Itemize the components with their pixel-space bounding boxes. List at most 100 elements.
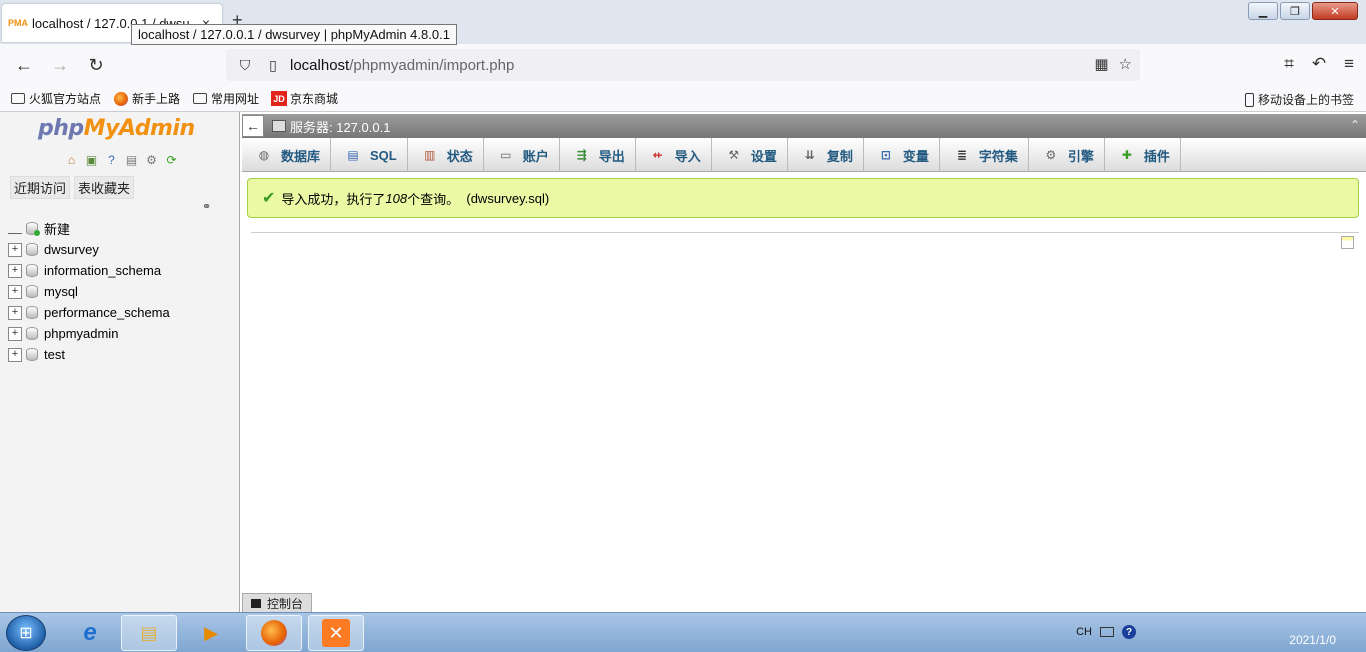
server-breadcrumb-bar: ← 服务器: 127.0.0.1 ⌃ — [242, 114, 1366, 138]
tab-sql[interactable]: ▤ SQL — [331, 138, 408, 172]
database-icon: ◍ — [258, 148, 270, 162]
bookmark-item[interactable]: 火狐官方站点 — [10, 90, 101, 107]
shield-icon[interactable]: ⛉ — [234, 57, 256, 74]
reload-navigation-icon[interactable]: ⟳ — [163, 152, 180, 168]
bookmark-item[interactable]: JD 京东商城 — [271, 90, 338, 107]
tab-databases[interactable]: ◍ 数据库 — [242, 138, 332, 172]
navigation-bar: ← → ↻ ⛉ ▯ localhost/phpmyadmin/import.ph… — [0, 44, 1366, 86]
keyboard-icon[interactable] — [1100, 627, 1114, 637]
bookmark-star-icon[interactable]: ☆ — [1119, 55, 1132, 73]
tab-export[interactable]: ⇶ 导出 — [560, 138, 636, 172]
tree-new-database[interactable]: 新建 — [8, 218, 170, 239]
replication-icon: ⇊ — [804, 148, 815, 162]
expand-icon[interactable]: + — [8, 242, 22, 257]
firefox-icon — [114, 91, 129, 106]
check-icon: ✔ — [262, 190, 276, 207]
database-icon — [26, 285, 38, 298]
help-circle-icon[interactable]: ? — [1122, 625, 1136, 639]
file-explorer-icon[interactable]: ▤ — [121, 615, 177, 651]
tab-accounts[interactable]: ▭ 账户 — [484, 138, 560, 172]
charset-icon: ≣ — [956, 148, 967, 162]
internet-explorer-icon[interactable]: e — [62, 615, 118, 651]
minimize-button[interactable]: ▁ — [1248, 2, 1278, 20]
tree-database-item[interactable]: + mysql — [8, 281, 170, 302]
import-filename: (dwsurvey.sql) — [466, 190, 550, 206]
tree-database-item[interactable]: + information_schema — [8, 260, 170, 281]
sql-icon: ▤ — [347, 148, 359, 162]
url-actions: ▦ ☆ — [1094, 55, 1132, 73]
top-menu: ◍ 数据库 ▤ SQL ▥ 状态 ▭ 账户 ⇶ 导出 ⇷ 导入 ⚒ 设置 ⇊ 复制 ⊡ 变量 ≣ 字… — [242, 138, 1366, 172]
page-info-icon[interactable]: ▯ — [262, 57, 284, 74]
back-arrow-icon[interactable]: ← — [13, 54, 35, 76]
window-controls: ▁ ❐ ✕ — [1246, 2, 1358, 20]
bookmark-item[interactable]: 常用网址 — [192, 90, 259, 107]
tab-settings[interactable]: ⚒ 设置 — [712, 138, 788, 172]
windows-taskbar: ⊞ e ▤ ▶ ✕ CH ? 2021/1/0 — [0, 612, 1366, 652]
tab-tooltip: localhost / 127.0.0.1 / dwsurvey | phpMy… — [131, 24, 457, 45]
forward-arrow-icon[interactable]: → — [49, 54, 71, 76]
tab-engines[interactable]: ⚙ 引擎 — [1029, 138, 1105, 172]
tab-variables[interactable]: ⊡ 变量 — [864, 138, 940, 172]
link-chain-icon[interactable]: ⚭ — [202, 200, 211, 213]
favorite-tables-button[interactable]: 表收藏夹 — [74, 176, 135, 199]
expand-icon[interactable]: + — [8, 305, 22, 320]
tab-charset[interactable]: ≣ 字符集 — [940, 138, 1029, 172]
tree-database-item[interactable]: + phpmyadmin — [8, 323, 170, 344]
server-breadcrumb[interactable]: 服务器: 127.0.0.1 — [290, 117, 390, 136]
console-toggle[interactable]: 控制台 — [242, 593, 312, 612]
home-icon[interactable]: ⌂ — [63, 152, 80, 168]
main-content: ← 服务器: 127.0.0.1 ⌃ ◍ 数据库 ▤ SQL ▥ 状态 ▭ 账户 ⇶ 导出… — [242, 112, 1366, 612]
logout-icon[interactable]: ▣ — [83, 152, 100, 168]
mobile-bookmarks[interactable]: 移动设备上的书签 — [1244, 91, 1354, 108]
tab-replication[interactable]: ⇊ 复制 — [788, 138, 864, 172]
tree-database-item[interactable]: + test — [8, 344, 170, 365]
phone-icon — [1244, 92, 1254, 107]
qr-code-icon[interactable]: ▦ — [1094, 55, 1108, 73]
expand-icon[interactable]: + — [8, 284, 22, 299]
start-button[interactable]: ⊞ — [6, 615, 46, 651]
phpmyadmin-logo[interactable]: phpMyAdmin — [38, 116, 195, 141]
status-icon: ▥ — [424, 148, 436, 162]
bookmark-item[interactable]: 新手上路 — [113, 90, 180, 107]
toolbar-right: ⌗ ↶ ≡ — [1284, 54, 1354, 74]
folder-icon — [11, 93, 25, 104]
note-icon[interactable] — [1341, 236, 1354, 249]
expand-icon[interactable]: + — [8, 263, 22, 278]
url-host: localhost — [290, 56, 350, 74]
reload-icon[interactable]: ↻ — [85, 54, 107, 76]
tab-import[interactable]: ⇷ 导入 — [636, 138, 712, 172]
docs-icon[interactable]: ▤ — [123, 152, 140, 168]
screenshot-crop-icon[interactable]: ⌗ — [1284, 54, 1294, 74]
tree-database-item[interactable]: + dwsurvey — [8, 239, 170, 260]
database-icon — [26, 306, 38, 319]
divider — [251, 232, 1359, 233]
expand-icon[interactable]: + — [8, 326, 22, 341]
url-bar[interactable]: ⛉ ▯ localhost/phpmyadmin/import.php ▦ ☆ — [226, 49, 1140, 81]
undo-icon[interactable]: ↶ — [1312, 54, 1326, 74]
clock[interactable]: 2021/1/0 — [1289, 633, 1336, 647]
folder-icon — [193, 93, 208, 104]
close-window-button[interactable]: ✕ — [1312, 2, 1358, 20]
recent-tables-button[interactable]: 近期访问 — [10, 176, 71, 199]
media-player-icon[interactable]: ▶ — [183, 615, 239, 651]
system-tray: CH ? — [1076, 625, 1136, 639]
firefox-taskbar-icon[interactable] — [246, 615, 302, 651]
language-indicator[interactable]: CH — [1076, 626, 1092, 638]
expand-icon[interactable]: + — [8, 347, 22, 362]
help-icon[interactable]: ? — [103, 152, 120, 168]
tab-plugins[interactable]: ✚ 插件 — [1105, 138, 1181, 172]
tree-database-item[interactable]: + performance_schema — [8, 302, 170, 323]
settings-gear-icon[interactable]: ⚙ — [143, 152, 160, 168]
back-arrow-icon[interactable]: ← — [242, 115, 264, 137]
xampp-icon[interactable]: ✕ — [308, 615, 364, 651]
collapse-icon[interactable]: ⌃ — [1350, 118, 1360, 132]
restore-button[interactable]: ❐ — [1280, 2, 1310, 20]
new-database-icon — [26, 222, 40, 236]
menu-hamburger-icon[interactable]: ≡ — [1344, 54, 1354, 74]
url-path: /phpmyadmin/import.php — [349, 56, 515, 74]
export-icon: ⇶ — [576, 148, 587, 162]
accounts-icon: ▭ — [500, 148, 512, 162]
variables-icon: ⊡ — [880, 148, 891, 162]
console-icon — [251, 598, 261, 608]
tab-status[interactable]: ▥ 状态 — [408, 138, 484, 172]
